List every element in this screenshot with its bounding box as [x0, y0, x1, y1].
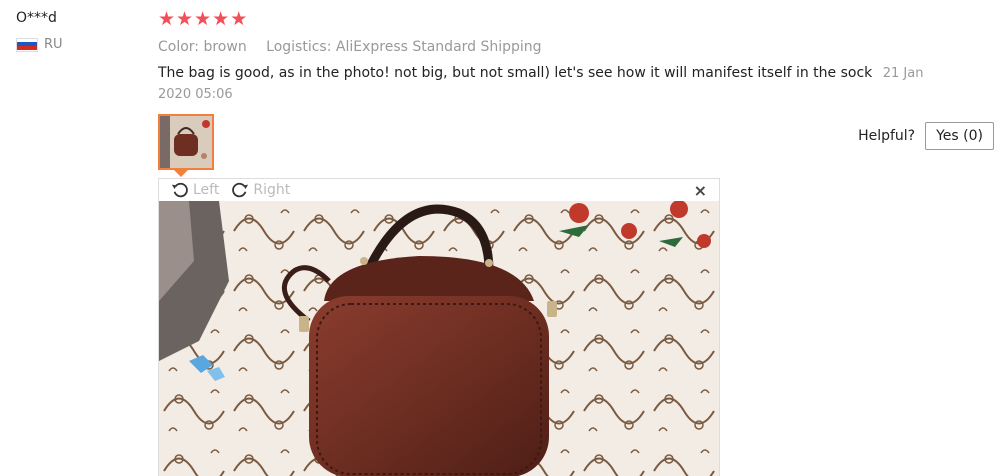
review-photo-thumbnail[interactable] [158, 114, 214, 170]
order-logistics: Logistics: AliExpress Standard Shipping [266, 39, 542, 55]
photo-viewer: Left Right × [158, 178, 720, 476]
review-text: The bag is good, as in the photo! not bi… [158, 63, 958, 105]
thumbnail-indicator [174, 170, 188, 177]
rotate-left-icon [171, 182, 188, 198]
star-icon: ★ [194, 8, 212, 30]
country-code: RU [44, 37, 63, 52]
photo-viewer-toolbar: Left Right × [159, 179, 719, 201]
star-icon: ★ [212, 8, 230, 30]
star-icon: ★ [158, 8, 176, 30]
star-rating: ★ ★ ★ ★ ★ [158, 8, 988, 30]
helpful-label: Helpful? [858, 128, 916, 144]
close-viewer-button[interactable]: × [694, 181, 707, 200]
rotate-left-label: Left [193, 182, 220, 198]
order-meta: Color: brown Logistics: AliExpress Stand… [158, 37, 988, 57]
helpful-section: Helpful? Yes (0) [858, 122, 994, 150]
rotate-left-button[interactable]: Left [171, 181, 219, 199]
helpful-yes-button[interactable]: Yes (0) [925, 122, 994, 150]
bag-photo-image [159, 201, 719, 476]
reviewer-name: O***d [16, 10, 57, 26]
russia-flag-icon [16, 37, 38, 52]
rotate-right-label: Right [253, 182, 291, 198]
rotate-right-icon [232, 182, 249, 198]
reviewer-country: RU [16, 37, 146, 52]
review-content: The bag is good, as in the photo! not bi… [158, 65, 873, 81]
review-body: ★ ★ ★ ★ ★ Color: brown Logistics: AliExp… [158, 8, 988, 105]
order-color: Color: brown [158, 39, 247, 55]
star-icon: ★ [230, 8, 248, 30]
review-photo-large[interactable] [159, 201, 719, 476]
bag-thumbnail-image [160, 116, 212, 168]
reviewer-info: O***d RU [16, 8, 146, 52]
rotate-right-button[interactable]: Right [231, 181, 290, 199]
star-icon: ★ [176, 8, 194, 30]
